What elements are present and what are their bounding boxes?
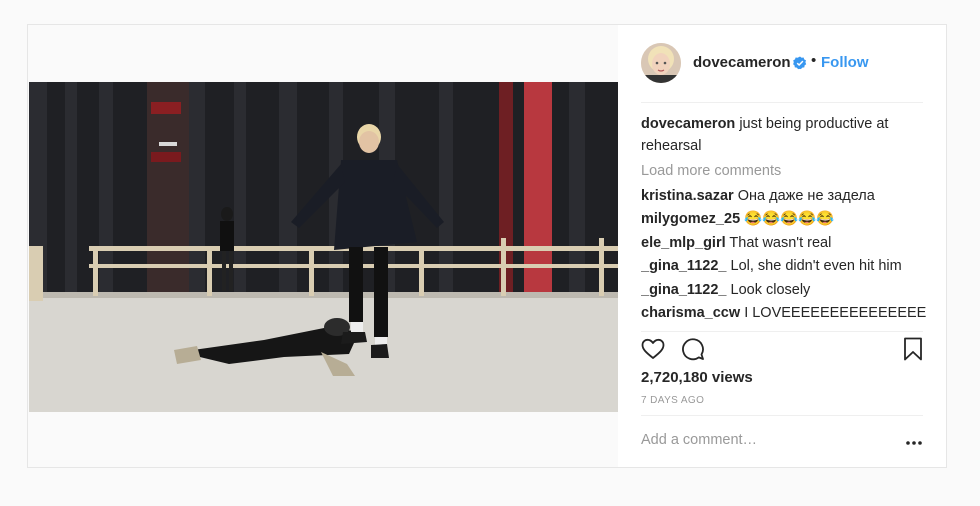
add-comment-input[interactable]: Add a comment…	[641, 432, 757, 448]
post-card: dovecameron • Follow dovecameron just be…	[27, 24, 947, 468]
action-bar	[641, 335, 924, 363]
post-caption: dovecameron just being productive at reh…	[641, 113, 931, 157]
avatar[interactable]	[641, 43, 681, 83]
follow-button[interactable]: Follow	[821, 54, 869, 71]
heart-icon[interactable]	[641, 337, 665, 361]
comment-item: _gina_1122_ Look closely	[641, 279, 931, 303]
comment-item: milygomez_25 😂😂😂😂😂	[641, 208, 931, 232]
post-header: dovecameron • Follow	[618, 25, 946, 103]
comment-text: Lol, she didn't even hit him	[730, 258, 902, 274]
header-separator: •	[811, 52, 817, 69]
comment-item: ele_mlp_girl That wasn't real	[641, 232, 931, 256]
post-timestamp[interactable]: 7 DAYS AGO	[641, 395, 704, 406]
post-sidebar: dovecameron • Follow dovecameron just be…	[618, 25, 946, 467]
comment-text: 😂😂😂😂😂	[744, 211, 835, 227]
comment-username[interactable]: charisma_ccw	[641, 305, 740, 321]
comment-item: _gina_1122_ Lol, she didn't even hit him	[641, 255, 931, 279]
comments-list[interactable]: dovecameron just being productive at reh…	[641, 113, 931, 328]
media-area	[28, 25, 618, 467]
comment-text: Она даже не задела	[737, 187, 875, 204]
bookmark-icon[interactable]	[903, 337, 923, 361]
comment-username[interactable]: kristina.sazar	[641, 188, 734, 204]
post-username[interactable]: dovecameron	[693, 54, 791, 71]
comment-item: charisma_ccw I LOVEEEEEEEEEEEEEEEEEEEEEE…	[641, 302, 931, 328]
comment-text: Look closely	[730, 281, 811, 298]
video-frame	[29, 82, 618, 412]
comments-divider	[641, 331, 923, 332]
comment-username[interactable]: ele_mlp_girl	[641, 235, 726, 251]
more-options-icon[interactable]	[904, 430, 924, 450]
avatar-image	[641, 43, 681, 83]
verified-badge-icon	[793, 56, 807, 70]
caption-username[interactable]: dovecameron	[641, 116, 735, 132]
view-count[interactable]: 2,720,180 views	[641, 369, 753, 386]
load-more-comments-button[interactable]: Load more comments	[641, 160, 931, 184]
header-divider	[641, 102, 923, 103]
comment-username[interactable]: _gina_1122_	[641, 282, 726, 298]
comment-username[interactable]: milygomez_25	[641, 211, 740, 227]
comment-username[interactable]: _gina_1122_	[641, 258, 726, 274]
comment-text: That wasn't real	[729, 234, 832, 251]
footer-divider	[641, 415, 923, 416]
comment-icon[interactable]	[681, 337, 705, 361]
video-player[interactable]	[29, 82, 618, 412]
comment-item: kristina.sazar Она даже не задела	[641, 185, 931, 209]
